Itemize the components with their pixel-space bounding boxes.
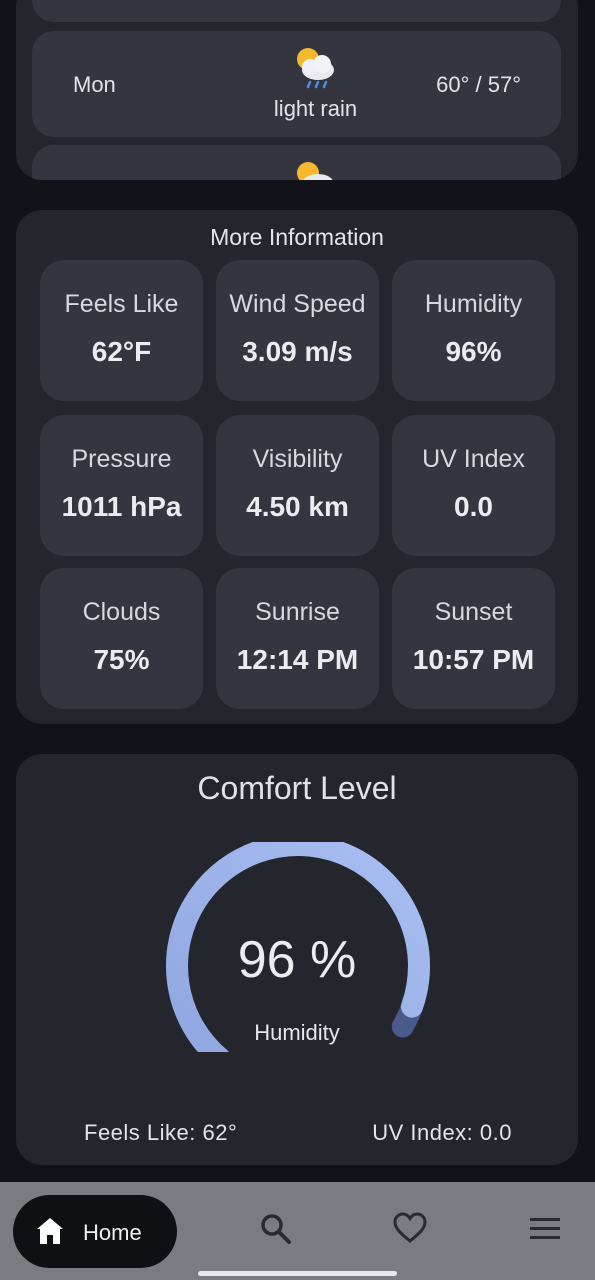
wind-speed-tile: Wind Speed 3.09 m/s — [216, 260, 379, 401]
tile-label: Visibility — [252, 445, 343, 473]
tile-value: 62°F — [91, 336, 152, 367]
tile-value: 0.0 — [454, 491, 493, 522]
nav-home-button[interactable]: Home — [13, 1195, 177, 1268]
search-icon[interactable] — [257, 1210, 293, 1246]
comfort-level-card: Comfort Level 96 % Humidity Feels Like: … — [16, 754, 578, 1165]
uv-index-tile: UV Index 0.0 — [392, 415, 555, 556]
tile-value: 75% — [93, 644, 150, 675]
forecast-temperature: 60° / 57° — [436, 72, 521, 97]
feels-like-tile: Feels Like 62°F — [40, 260, 203, 401]
visibility-tile: Visibility 4.50 km — [216, 415, 379, 556]
comfort-feels-like: Feels Like: 62° — [84, 1120, 238, 1145]
forecast-day: Mon — [73, 72, 116, 97]
tile-label: Sunset — [434, 598, 513, 626]
tile-label: Humidity — [424, 290, 523, 318]
tile-value: 96% — [445, 336, 502, 367]
nav-home-label: Home — [83, 1220, 142, 1245]
tile-label: Clouds — [82, 598, 161, 626]
tile-label: Pressure — [71, 445, 172, 473]
forecast-row[interactable]: Mon light rain 60° / 57° — [32, 31, 561, 137]
tile-label: UV Index — [422, 445, 525, 473]
menu-icon[interactable] — [527, 1210, 563, 1246]
gauge-value: 96 % — [237, 931, 357, 989]
tile-value: 3.09 m/s — [242, 336, 353, 367]
sunset-tile: Sunset 10:57 PM — [392, 568, 555, 709]
pressure-tile: Pressure 1011 hPa — [40, 415, 203, 556]
clouds-tile: Clouds 75% — [40, 568, 203, 709]
gesture-bar[interactable] — [198, 1271, 397, 1276]
forecast-row[interactable] — [32, 0, 561, 22]
forecast-row[interactable] — [32, 145, 561, 180]
humidity-tile: Humidity 96% — [392, 260, 555, 401]
more-information-card: More Information Feels Like 62°F Wind Sp… — [16, 210, 578, 724]
tile-value: 12:14 PM — [236, 644, 359, 675]
tile-value: 4.50 km — [246, 491, 349, 522]
tile-value: 10:57 PM — [412, 644, 535, 675]
tile-label: Sunrise — [255, 598, 340, 626]
comfort-uv-index: UV Index: 0.0 — [372, 1120, 512, 1145]
home-icon — [37, 1218, 63, 1244]
heart-icon[interactable] — [392, 1210, 428, 1246]
bottom-navigation: Home — [0, 1182, 595, 1280]
gauge-label: Humidity — [254, 1020, 340, 1045]
forecast-card: Mon light rain 60° / 57° — [16, 0, 578, 180]
more-information-title: More Information — [210, 224, 384, 250]
forecast-description: light rain — [273, 96, 358, 121]
comfort-level-title: Comfort Level — [197, 770, 397, 806]
app-screen: Mon light rain 60° / 57° More Informatio… — [0, 0, 595, 1280]
cloud-sun-icon — [297, 162, 333, 180]
tile-label: Wind Speed — [229, 290, 366, 318]
cloud-sun-rain-icon — [297, 48, 334, 89]
sunrise-tile: Sunrise 12:14 PM — [216, 568, 379, 709]
tile-label: Feels Like — [64, 290, 179, 318]
tile-value: 1011 hPa — [61, 491, 182, 522]
